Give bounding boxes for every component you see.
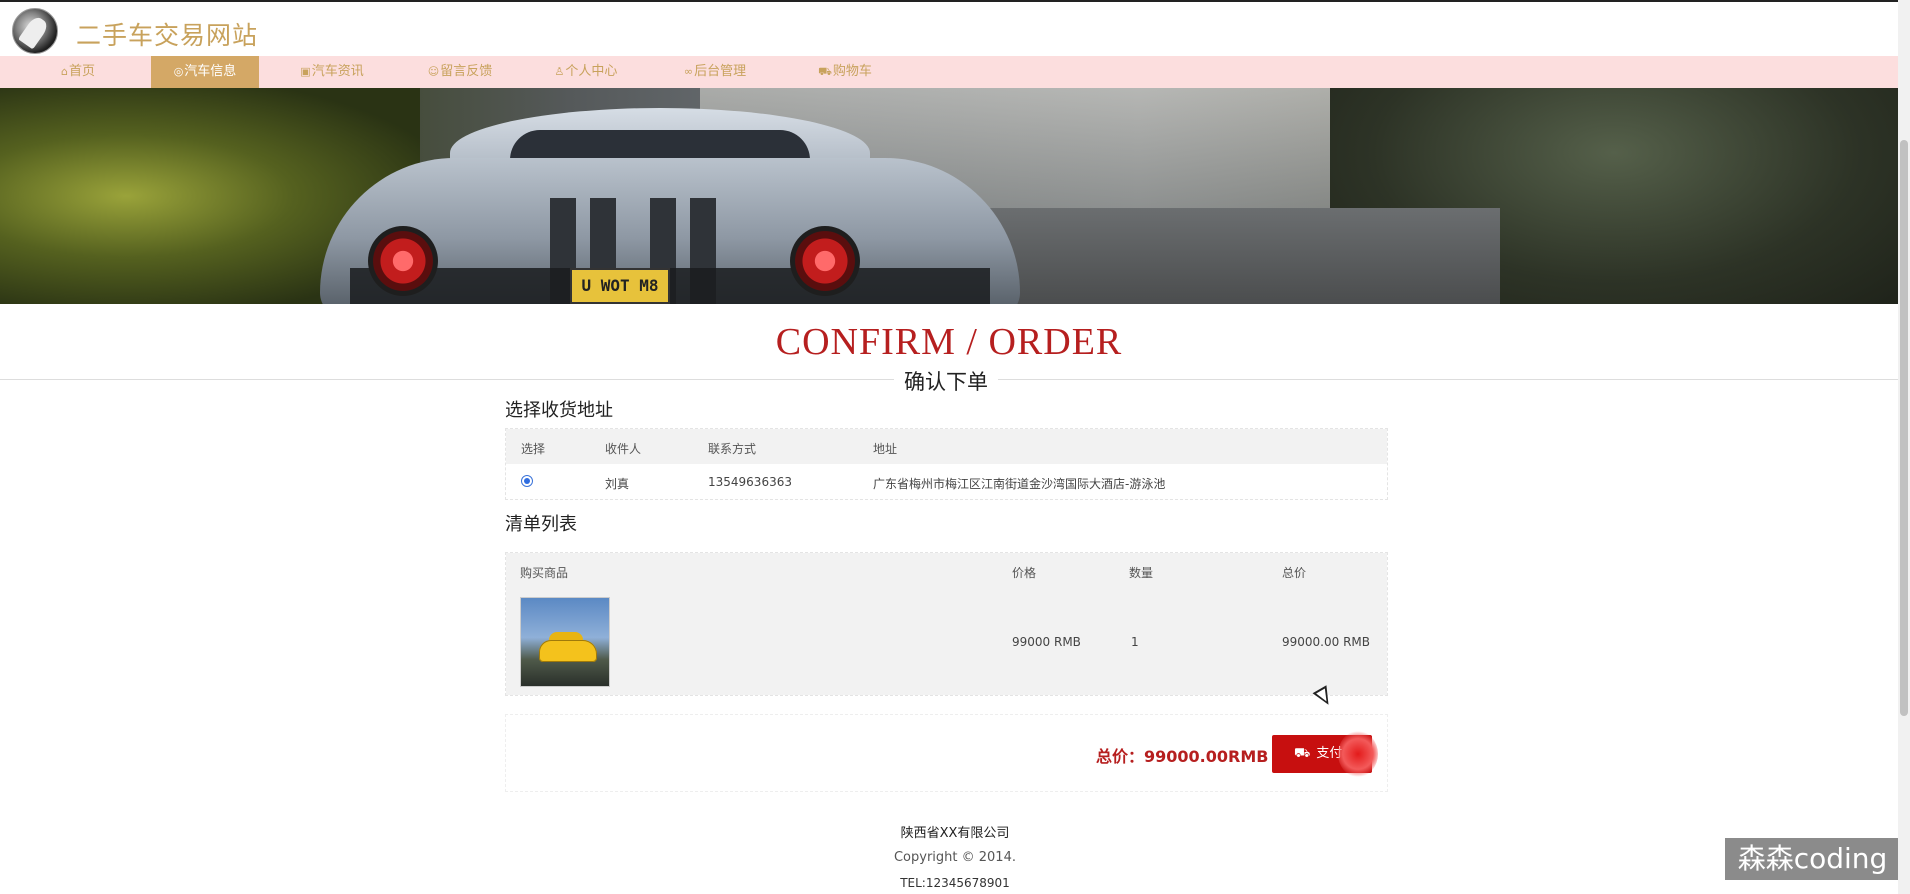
nav-item-feedback[interactable]: ☺留言反馈 — [416, 56, 504, 88]
table-header: 选择 收件人 联系方式 地址 — [506, 429, 1387, 464]
address-section-title: 选择收货地址 — [505, 400, 613, 421]
nav-item-label: 汽车资讯 — [311, 64, 364, 79]
car-icon: ◎ — [173, 65, 184, 78]
col-price: 价格 — [1012, 566, 1037, 580]
blur-mask — [1338, 731, 1378, 777]
nav-item-car-info[interactable]: ◎汽车信息 — [151, 56, 259, 88]
col-receiver: 收件人 — [605, 442, 642, 456]
product-qty: 1 — [1131, 635, 1139, 649]
order-summary: 总价：99000.00RMB ⛟ 支付 — [505, 714, 1388, 792]
nav-item-label: 个人中心 — [565, 64, 618, 79]
product-price: 99000 RMB — [1012, 635, 1081, 649]
order-total: 总价：99000.00RMB — [1096, 747, 1269, 766]
col-product: 购买商品 — [520, 566, 569, 580]
receiver-phone: 13549636363 — [708, 475, 792, 489]
address-radio[interactable] — [521, 475, 533, 487]
message-icon: ☺ — [427, 65, 440, 78]
cart-icon: ⛟ — [818, 65, 832, 78]
address-table: 选择 收件人 联系方式 地址 刘真 13549636363 广东省梅州市梅江区江… — [505, 428, 1388, 500]
watermark: 森森coding — [1725, 838, 1900, 880]
footer-company: 陕西省XX有限公司 — [900, 826, 1010, 841]
receiver-name: 刘真 — [605, 477, 630, 491]
col-address: 地址 — [873, 442, 898, 456]
nav-item-home[interactable]: ⌂首页 — [38, 56, 118, 88]
footer-tel: TEL:12345678901 — [900, 876, 1010, 890]
col-select: 选择 — [521, 442, 546, 456]
user-icon: ♙ — [554, 65, 565, 78]
cart-icon: ⛟ — [1294, 746, 1311, 761]
col-total: 总价 — [1282, 566, 1307, 580]
nav-item-cart[interactable]: ⛟购物车 — [808, 56, 882, 88]
link-icon: ∞ — [683, 65, 694, 78]
nav-item-admin[interactable]: ∞后台管理 — [670, 56, 760, 88]
footer-copyright: Copyright © 2014. — [893, 850, 1016, 865]
scrollbar-thumb[interactable] — [1900, 140, 1908, 716]
table-row[interactable]: 刘真 13549636363 广东省梅州市梅江区江南街道金沙湾国际大酒店-游泳池 — [506, 464, 1387, 499]
site-logo[interactable] — [12, 8, 58, 54]
site-title[interactable]: 二手车交易网站 — [76, 16, 258, 52]
product-total: 99000.00 RMB — [1282, 635, 1370, 649]
table-row: 99000 RMB 1 99000.00 RMB — [506, 589, 1387, 695]
banner-car-image: U WOT M8 — [320, 108, 1020, 304]
nav-item-label: 留言反馈 — [440, 64, 493, 79]
nav-item-label: 购物车 — [832, 64, 872, 79]
main-nav: ⌂首页 ◎汽车信息 ▣汽车资讯 ☺留言反馈 ♙个人中心 ∞后台管理 ⛟购物车 — [0, 56, 1898, 88]
news-icon: ▣ — [300, 65, 311, 78]
col-qty: 数量 — [1129, 566, 1154, 580]
cart-section-title: 清单列表 — [505, 514, 577, 535]
receiver-address: 广东省梅州市梅江区江南街道金沙湾国际大酒店-游泳池 — [873, 477, 1166, 491]
confirm-order-subtitle: 确认下单 — [894, 366, 998, 396]
page-scrollbar[interactable] — [1898, 0, 1910, 894]
nav-item-profile[interactable]: ♙个人中心 — [542, 56, 630, 88]
nav-item-label: 汽车信息 — [184, 64, 237, 79]
nav-item-label: 后台管理 — [694, 64, 747, 79]
hero-banner: U WOT M8 — [0, 88, 1898, 304]
home-icon: ⌂ — [61, 65, 68, 78]
col-contact: 联系方式 — [708, 442, 757, 456]
site-header: 二手车交易网站 — [0, 0, 1898, 56]
table-header: 购买商品 价格 数量 总价 — [506, 553, 1387, 589]
cart-table: 购买商品 价格 数量 总价 99000 RMB 1 99000.00 RMB — [505, 552, 1388, 696]
license-plate: U WOT M8 — [570, 268, 670, 304]
nav-item-car-news[interactable]: ▣汽车资讯 — [288, 56, 376, 88]
nav-item-label: 首页 — [68, 64, 95, 79]
product-thumbnail[interactable] — [520, 597, 610, 687]
confirm-order-title: CONFIRM / ORDER — [775, 321, 1123, 363]
